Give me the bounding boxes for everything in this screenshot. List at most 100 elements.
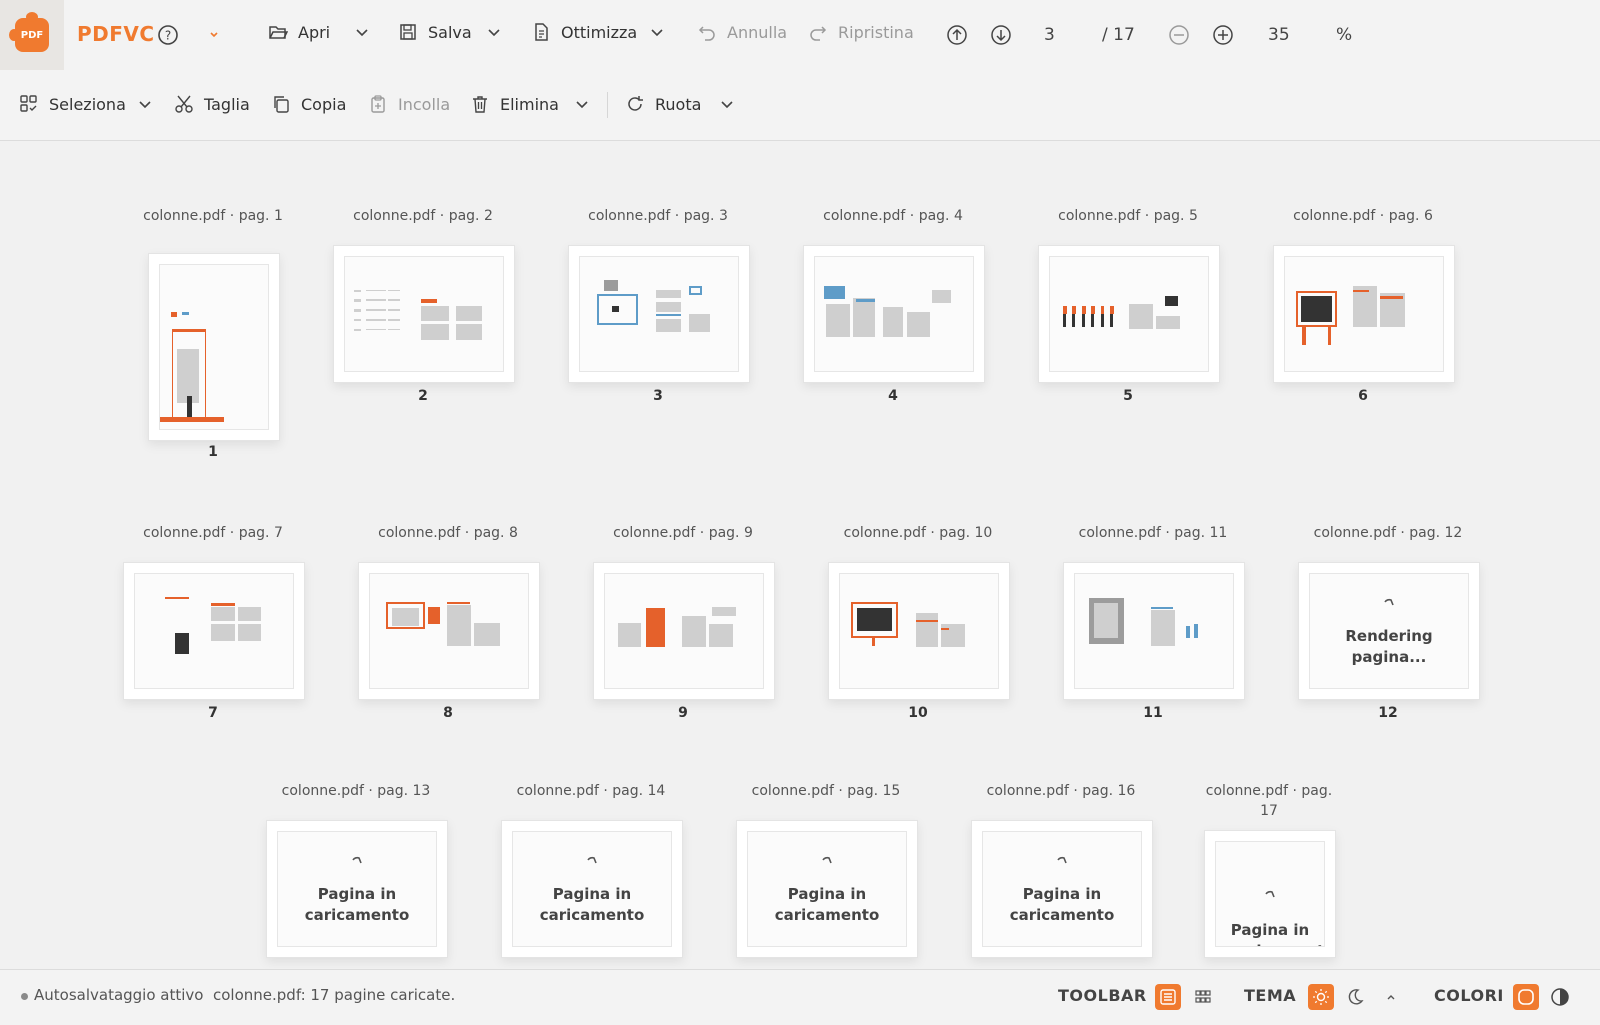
page-thumbnail-label: colonne.pdf · pag. 8 — [378, 525, 518, 541]
page-thumbnail-label: colonne.pdf · pag. 16 — [986, 783, 1136, 799]
autosave-indicator-dot — [21, 993, 28, 1000]
thumbnail-art-shape — [712, 606, 737, 617]
page-thumbnail[interactable] — [333, 245, 515, 383]
chevron-up-icon — [1387, 995, 1395, 1000]
thumbnail-art-shape — [447, 604, 472, 646]
thumbnail-art-shape — [354, 289, 361, 292]
page-loading-message: Pagina in caricamento — [774, 885, 880, 924]
thumbnail-art-shape — [1081, 305, 1086, 314]
page-thumbnail[interactable] — [123, 562, 305, 700]
toolbar-grid-mode-button[interactable] — [1190, 984, 1216, 1010]
toolbar-list-mode-button[interactable] — [1155, 984, 1181, 1010]
thumbnail-art-shape — [1062, 314, 1066, 328]
page-preview — [1049, 256, 1209, 372]
thumbnail-art-shape — [824, 285, 845, 299]
zoom-out-icon[interactable] — [1168, 24, 1190, 46]
page-thumbnail[interactable]: Pagina in caricamento — [971, 820, 1153, 958]
optimize-button[interactable]: Ottimizza — [531, 22, 637, 42]
page-number: 5 — [1123, 388, 1133, 404]
next-page-icon[interactable] — [990, 24, 1012, 46]
page-thumbnail[interactable] — [803, 245, 985, 383]
optimize-dropdown-chevron-icon[interactable] — [650, 26, 664, 40]
open-button[interactable]: Apri — [268, 22, 330, 42]
page-thumbnail[interactable]: Pagina in caricamento — [501, 820, 683, 958]
copy-icon — [274, 96, 289, 113]
page-thumbnail[interactable] — [1038, 245, 1220, 383]
page-thumbnail[interactable] — [828, 562, 1010, 700]
page-preview — [604, 573, 764, 689]
sun-icon — [1313, 989, 1329, 1005]
rotate-icon — [628, 96, 643, 111]
save-disk-icon — [400, 24, 416, 40]
zoom-in-icon[interactable] — [1212, 24, 1234, 46]
page-thumbnail-label: colonne.pdf · pag. 4 — [823, 208, 963, 224]
page-thumbnail-label: colonne.pdf · pag. 11 — [1078, 525, 1228, 541]
thumbnail-art-shape — [603, 279, 618, 292]
current-page-input[interactable]: 3 — [1044, 25, 1055, 45]
thumbnail-art-shape — [1093, 603, 1118, 638]
toolbar-mode-label: TOOLBAR — [1058, 986, 1147, 1005]
redo-button[interactable]: Ripristina — [808, 22, 914, 42]
contrast-button[interactable] — [1547, 984, 1573, 1010]
collapse-toggle-button[interactable] — [1378, 984, 1404, 1010]
status-message: colonne.pdf: 17 pagine caricate. — [213, 986, 456, 1004]
select-button[interactable]: Seleziona — [19, 94, 126, 114]
thumbnail-art-shape — [210, 603, 235, 606]
page-preview: Pagina in caricamento — [1215, 841, 1325, 947]
page-thumbnail[interactable]: Pagina in caricamento — [1204, 830, 1336, 958]
select-dropdown-chevron-icon[interactable] — [138, 98, 152, 112]
thumbnail-art-shape — [237, 624, 262, 641]
page-thumbnail[interactable] — [593, 562, 775, 700]
zoom-input[interactable]: 35 — [1268, 25, 1290, 45]
page-thumbnail[interactable]: Rendering pagina... — [1298, 562, 1480, 700]
thumbnail-art-shape — [365, 318, 387, 321]
thumbnail-art-shape — [387, 289, 401, 292]
save-dropdown-chevron-icon[interactable] — [487, 26, 501, 40]
copy-button[interactable]: Copia — [271, 94, 346, 114]
loading-spinner-icon — [822, 856, 832, 864]
thumbnail-art-shape — [170, 311, 178, 317]
page-thumbnail[interactable] — [1063, 562, 1245, 700]
thumbnail-art-shape — [1165, 296, 1178, 306]
delete-button[interactable]: Elimina — [470, 94, 559, 114]
cut-button[interactable]: Taglia — [174, 94, 250, 114]
page-thumbnail-label: colonne.pdf · pag. 6 — [1293, 208, 1433, 224]
thumbnail-art-shape — [447, 601, 470, 605]
paste-button[interactable]: Incolla — [368, 94, 450, 114]
rotate-dropdown-chevron-icon[interactable] — [720, 98, 734, 112]
thumbnail-art-shape — [174, 632, 189, 654]
page-loading-message: Pagina in caricamento — [1230, 921, 1324, 946]
page-thumbnail[interactable] — [568, 245, 750, 383]
thumbnail-art-shape — [354, 328, 361, 332]
help-icon[interactable]: ? — [157, 24, 179, 46]
app-logo[interactable]: PDF — [0, 0, 64, 70]
thumbnail-art-shape — [931, 289, 951, 303]
page-loading-message: Rendering pagina... — [1345, 627, 1433, 666]
delete-dropdown-chevron-icon[interactable] — [575, 98, 589, 112]
page-thumbnail[interactable]: Pagina in caricamento — [736, 820, 918, 958]
open-dropdown-chevron-icon[interactable] — [355, 26, 369, 40]
page-thumbnail-label: colonne.pdf · pag. 1 — [143, 208, 283, 224]
accent-color-button[interactable] — [1513, 984, 1539, 1010]
dark-theme-button[interactable] — [1342, 984, 1368, 1010]
page-thumbnail[interactable]: Pagina in caricamento — [266, 820, 448, 958]
page-thumbnail[interactable] — [358, 562, 540, 700]
save-button[interactable]: Salva — [398, 22, 472, 42]
thumbnail-art-shape — [655, 314, 682, 317]
page-thumbnail[interactable] — [148, 253, 280, 441]
undo-button[interactable]: Annulla — [697, 22, 787, 42]
page-loading-message: Pagina in caricamento — [539, 885, 645, 924]
light-theme-button[interactable] — [1308, 984, 1334, 1010]
page-thumbnail[interactable] — [1273, 245, 1455, 383]
previous-page-icon[interactable] — [946, 24, 968, 46]
thumbnail-art-shape — [1110, 305, 1114, 314]
document-optimize-icon — [535, 23, 548, 41]
redo-label: Ripristina — [838, 22, 914, 42]
page-preview — [814, 256, 974, 372]
rotate-button[interactable]: Ruota — [625, 94, 701, 114]
thumbnail-art-shape — [915, 619, 938, 623]
scissors-icon — [175, 95, 193, 113]
thumbnail-art-shape — [906, 312, 931, 337]
thumbnail-art-shape — [365, 289, 387, 292]
app-menu-chevron-icon[interactable] — [207, 28, 221, 42]
